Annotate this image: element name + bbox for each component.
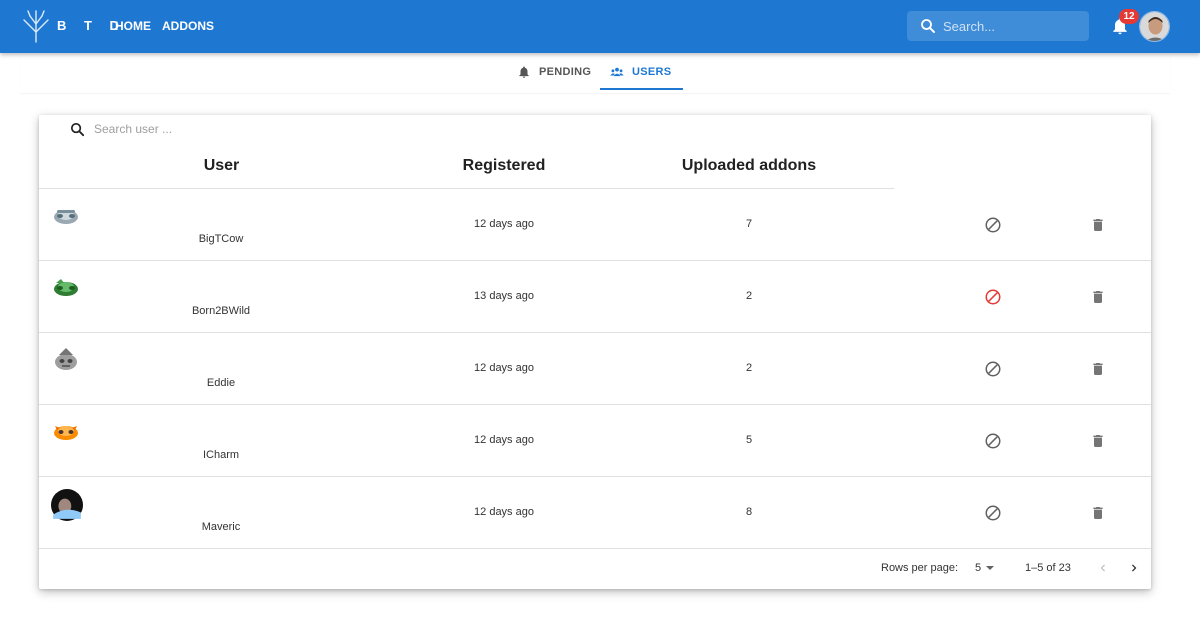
chevron-left-icon[interactable] — [1096, 561, 1110, 575]
user-name[interactable]: Maveric — [121, 521, 321, 533]
user-uploaded-count: 2 — [745, 362, 753, 374]
notification-count-badge: 12 — [1119, 9, 1139, 24]
monkey-avatar-icon — [55, 348, 77, 370]
column-header-user[interactable]: User — [39, 157, 404, 175]
rows-per-page-select[interactable]: 5 — [975, 562, 995, 574]
delete-user-icon[interactable] — [1090, 288, 1106, 306]
user-name[interactable]: Eddie — [121, 377, 321, 389]
ban-user-icon[interactable] — [984, 504, 1002, 522]
users-table-body: BigTCow 12 days ago 7 Born2BWild 13 days… — [39, 189, 1151, 549]
tree-logo-icon[interactable] — [22, 8, 50, 44]
delete-user-icon[interactable] — [1090, 360, 1106, 378]
user-registered: 12 days ago — [474, 218, 534, 230]
search-icon — [70, 122, 85, 136]
photo-avatar-icon — [51, 489, 83, 521]
ban-user-icon[interactable] — [984, 432, 1002, 450]
user-search — [69, 121, 294, 137]
user-registered: 12 days ago — [474, 362, 534, 374]
tab-users-label: USERS — [632, 65, 672, 78]
tab-users[interactable]: USERS — [610, 53, 671, 90]
user-uploaded-count: 8 — [745, 506, 753, 518]
user-name[interactable]: Born2BWild — [121, 305, 321, 317]
users-card: User Registered Uploaded addons BigTCow … — [39, 115, 1151, 589]
users-group-icon — [610, 67, 624, 76]
active-tab-indicator — [600, 88, 683, 90]
delete-user-icon[interactable] — [1090, 432, 1106, 450]
delete-user-icon[interactable] — [1090, 504, 1106, 522]
column-header-registered[interactable]: Registered — [404, 157, 604, 175]
ban-user-icon[interactable] — [984, 216, 1002, 234]
bell-icon — [519, 65, 529, 78]
monkey-avatar-icon — [54, 210, 78, 224]
ban-user-active-icon[interactable] — [984, 288, 1002, 306]
nav-home-link[interactable]: HOME — [115, 19, 151, 33]
user-uploaded-count: 2 — [745, 290, 753, 302]
user-registered: 12 days ago — [474, 506, 534, 518]
rows-per-page-value: 5 — [975, 562, 982, 574]
table-row: Born2BWild 13 days ago 2 — [39, 261, 1151, 333]
user-name[interactable]: BigTCow — [121, 233, 321, 245]
user-uploaded-count: 7 — [745, 218, 753, 230]
profile-photo-icon — [1140, 12, 1169, 41]
tab-pending-label: PENDING — [539, 65, 592, 78]
search-icon — [921, 19, 935, 33]
user-profile-avatar[interactable] — [1139, 11, 1170, 42]
table-pagination: Rows per page: 5 1–5 of 23 — [39, 549, 1151, 589]
global-search — [907, 11, 1089, 41]
user-registered: 13 days ago — [474, 290, 534, 302]
tab-pending[interactable]: PENDING — [517, 53, 591, 90]
delete-user-icon[interactable] — [1090, 216, 1106, 234]
global-search-input[interactable] — [943, 11, 1083, 41]
table-row: Eddie 12 days ago 2 — [39, 333, 1151, 405]
column-header-uploaded-addons[interactable]: Uploaded addons — [649, 157, 849, 175]
table-row: BigTCow 12 days ago 7 — [39, 189, 1151, 261]
user-search-input[interactable] — [94, 122, 294, 136]
table-row: ICharm 12 days ago 5 — [39, 405, 1151, 477]
tab-bar: PENDING USERS — [20, 53, 1170, 93]
user-uploaded-count: 5 — [745, 434, 753, 446]
monkey-avatar-icon — [54, 426, 78, 440]
chevron-right-icon[interactable] — [1127, 561, 1141, 575]
user-registered: 12 days ago — [474, 434, 534, 446]
dropdown-arrow-icon — [986, 566, 995, 570]
nav-addons-link[interactable]: ADDONS — [162, 19, 214, 33]
app-bar: B T D HOME ADDONS 12 — [0, 0, 1200, 53]
ban-user-icon[interactable] — [984, 360, 1002, 378]
pagination-range: 1–5 of 23 — [1025, 562, 1071, 574]
user-name[interactable]: ICharm — [121, 449, 321, 461]
table-row: Maveric 12 days ago 8 — [39, 477, 1151, 549]
monkey-avatar-icon — [54, 279, 78, 296]
rows-per-page-label: Rows per page: — [881, 562, 959, 574]
